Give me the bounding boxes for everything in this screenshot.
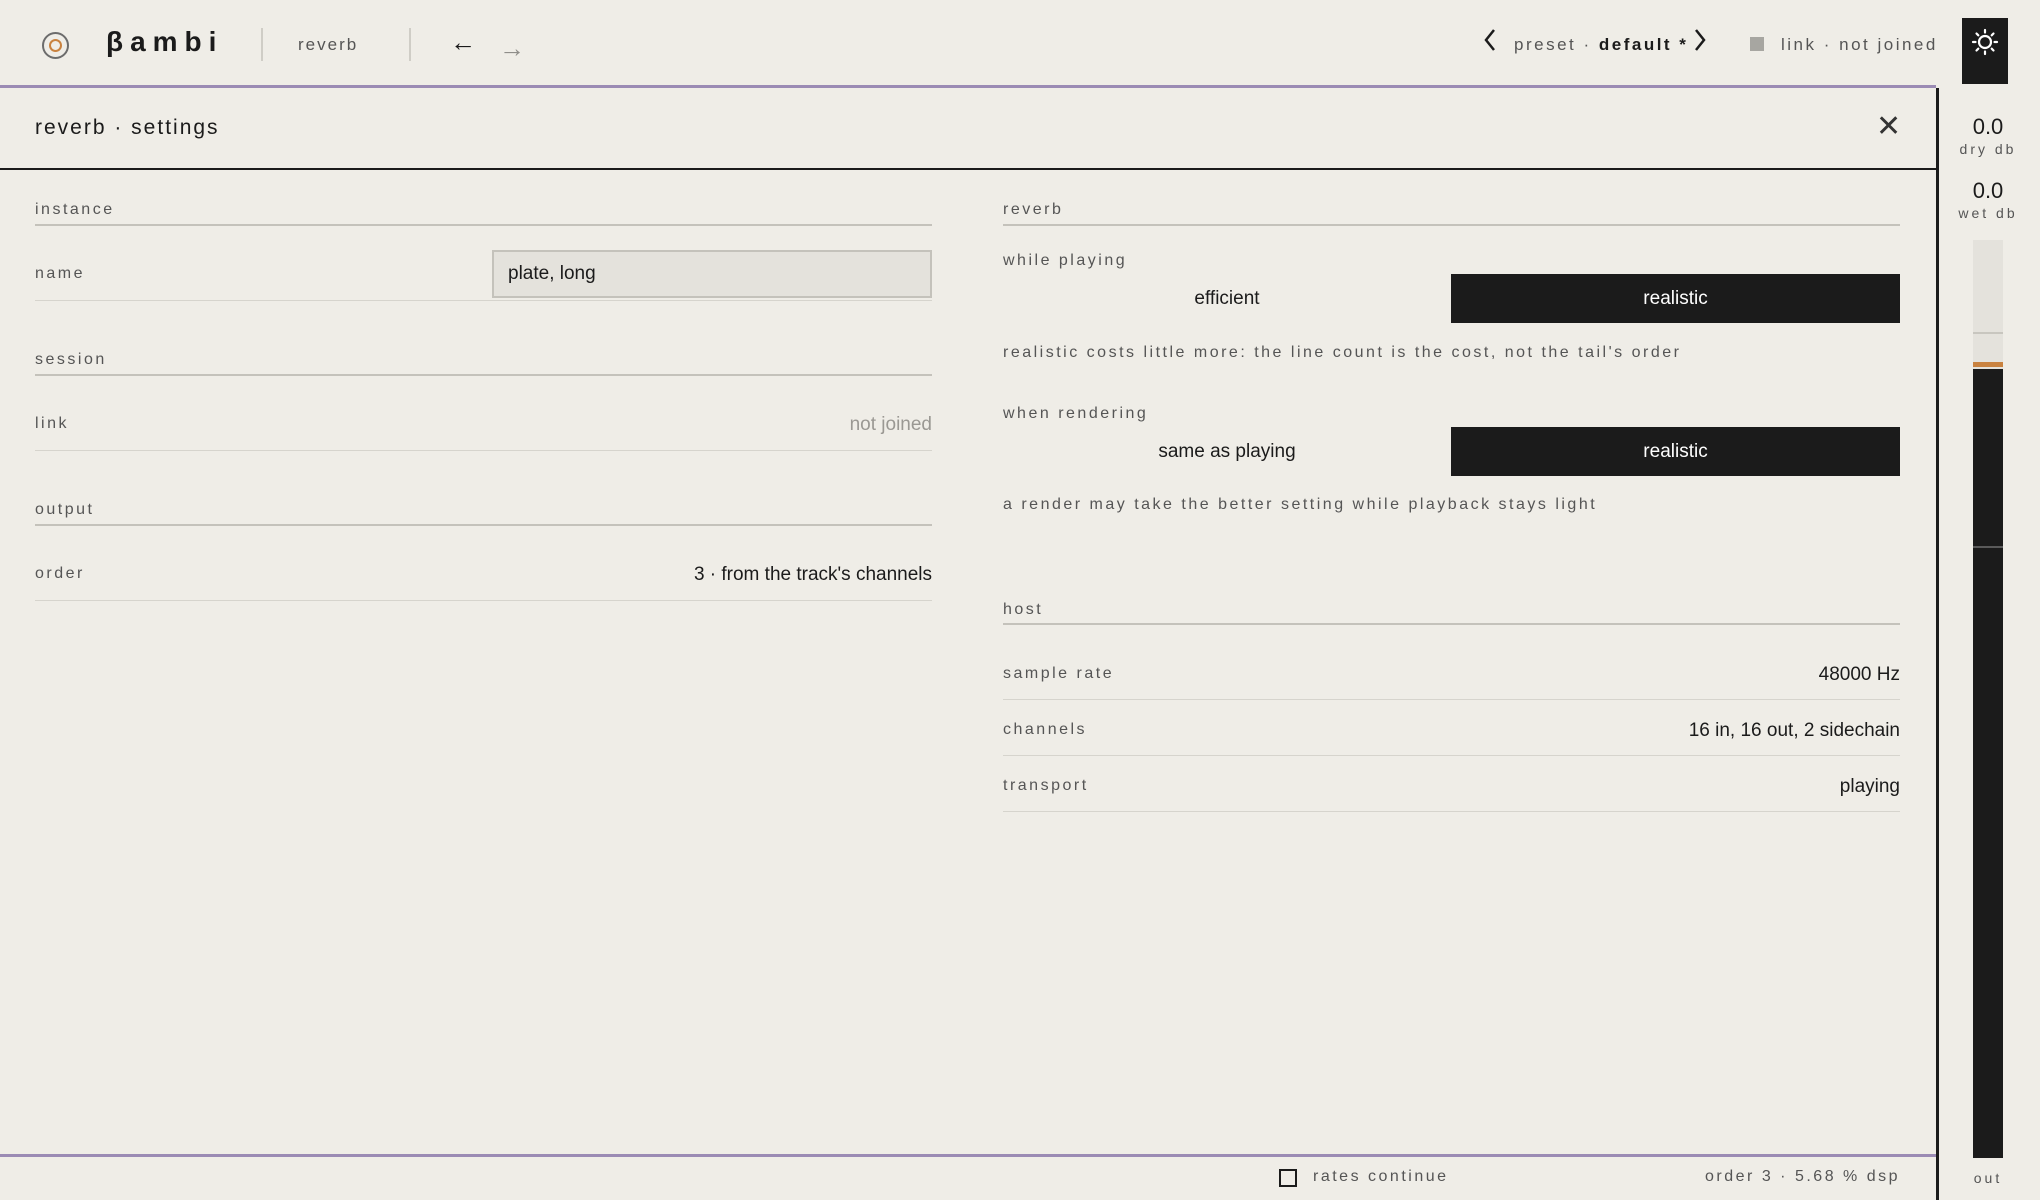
when-rendering-label: when rendering bbox=[1003, 405, 1149, 422]
order-label: order bbox=[35, 565, 85, 582]
dry-db-value: 0.0 bbox=[1972, 114, 2004, 139]
meter-tick bbox=[1973, 332, 2003, 334]
wet-db-value: 0.0 bbox=[1972, 178, 2004, 203]
row-rule bbox=[1003, 755, 1900, 756]
redo-arrow-icon[interactable]: → bbox=[499, 35, 525, 61]
sample-rate-label: sample rate bbox=[1003, 665, 1115, 682]
divider bbox=[409, 28, 411, 61]
section-rule bbox=[35, 224, 932, 226]
brand-name: βambi bbox=[106, 26, 224, 57]
rates-continue-checkbox[interactable] bbox=[1279, 1169, 1297, 1187]
name-field[interactable] bbox=[492, 250, 932, 298]
dsp-status: order 3 · 5.68 % dsp bbox=[1705, 1168, 1900, 1185]
top-bar: βambi reverb ← → preset · default * link… bbox=[0, 0, 2040, 85]
when-rendering-hint: a render may take the better setting whi… bbox=[1003, 496, 1598, 513]
wet-db-label: wet db bbox=[1958, 205, 2018, 221]
divider bbox=[261, 28, 263, 61]
transport-value: playing bbox=[1839, 776, 1900, 797]
row-rule bbox=[35, 450, 932, 451]
order-value: 3 · from the track's channels bbox=[693, 564, 932, 585]
footer-rule bbox=[0, 1154, 1936, 1157]
section-rule bbox=[1003, 224, 1900, 226]
panel-divider bbox=[0, 168, 1936, 170]
output-meter-fill bbox=[1973, 369, 2003, 1158]
section-rule bbox=[1003, 623, 1900, 625]
logo-icon bbox=[42, 32, 69, 59]
section-heading-host: host bbox=[1003, 601, 1044, 618]
chevron-left-icon[interactable] bbox=[1482, 27, 1498, 57]
rates-continue-label: rates continue bbox=[1313, 1168, 1449, 1185]
section-heading-output: output bbox=[35, 501, 95, 518]
section-heading-instance: instance bbox=[35, 201, 115, 218]
link-status: link · not joined bbox=[1781, 35, 1938, 54]
preset-name: default * bbox=[1598, 35, 1689, 54]
option-realistic-button[interactable]: realistic bbox=[1451, 274, 1900, 323]
channels-value: 16 in, 16 out, 2 sidechain bbox=[1688, 720, 1900, 741]
while-playing-hint: realistic costs little more: the line co… bbox=[1003, 344, 1682, 361]
dry-db-label: dry db bbox=[1959, 141, 2017, 157]
link-label: link bbox=[35, 415, 70, 432]
row-rule bbox=[35, 300, 932, 301]
preset-selector[interactable]: preset · default * bbox=[1514, 35, 1688, 55]
undo-arrow-icon[interactable]: ← bbox=[450, 29, 476, 55]
channels-label: channels bbox=[1003, 721, 1088, 738]
sun-icon bbox=[1971, 28, 1999, 56]
section-heading-reverb: reverb bbox=[1003, 201, 1064, 218]
name-label: name bbox=[35, 265, 86, 282]
row-rule bbox=[35, 600, 932, 601]
preset-label: preset · bbox=[1514, 35, 1599, 54]
option-same-as-playing-button[interactable]: same as playing bbox=[1003, 427, 1451, 476]
transport-label: transport bbox=[1003, 777, 1089, 794]
row-rule bbox=[1003, 699, 1900, 700]
section-rule bbox=[35, 524, 932, 526]
link-value: not joined bbox=[849, 414, 932, 435]
output-meter-peak bbox=[1973, 362, 2003, 367]
while-playing-label: while playing bbox=[1003, 252, 1128, 269]
meter-tick bbox=[1973, 546, 2003, 548]
link-indicator-icon bbox=[1750, 37, 1764, 51]
plugin-name: reverb bbox=[298, 35, 359, 54]
option-efficient-button[interactable]: efficient bbox=[1003, 274, 1451, 323]
section-rule bbox=[35, 374, 932, 376]
header-rule bbox=[0, 85, 1936, 88]
panel-title: reverb · settings bbox=[35, 116, 220, 139]
close-icon[interactable]: ✕ bbox=[1876, 112, 1901, 142]
row-rule bbox=[1003, 811, 1900, 812]
section-heading-session: session bbox=[35, 351, 107, 368]
theme-toggle-button[interactable] bbox=[1962, 18, 2008, 84]
sample-rate-value: 48000 Hz bbox=[1818, 664, 1900, 685]
option-render-realistic-button[interactable]: realistic bbox=[1451, 427, 1900, 476]
chevron-right-icon[interactable] bbox=[1692, 27, 1708, 57]
out-label: out bbox=[1973, 1170, 2003, 1186]
